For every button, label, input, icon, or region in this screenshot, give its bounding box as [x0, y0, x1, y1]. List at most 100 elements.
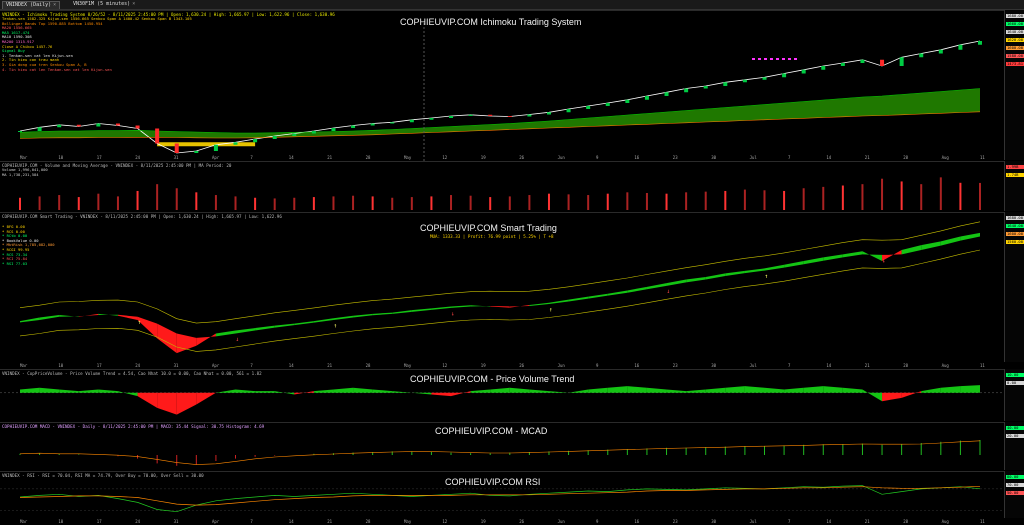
volume-bar[interactable]	[175, 188, 178, 210]
volume-bar[interactable]	[704, 191, 707, 210]
candle[interactable]	[880, 59, 885, 66]
volume-bar[interactable]	[939, 177, 942, 210]
close-icon[interactable]: ×	[132, 1, 135, 7]
candle[interactable]	[96, 123, 101, 127]
pvt-panel[interactable]: VNINDEX - CopPriceVolume - Price Volume …	[0, 369, 1004, 422]
macd-panel[interactable]: COPHIEUVIP.COM MACD - VNINDEX - Daily - …	[0, 422, 1004, 471]
candle[interactable]	[586, 106, 591, 109]
candle[interactable]	[723, 82, 728, 86]
candle[interactable]	[311, 131, 316, 134]
candle[interactable]	[782, 73, 787, 78]
volume-bar[interactable]	[430, 196, 433, 210]
candle[interactable]	[253, 139, 258, 143]
candle[interactable]	[821, 66, 826, 70]
volume-bar[interactable]	[77, 197, 80, 210]
candle[interactable]	[978, 41, 982, 45]
volume-panel[interactable]: COPHIEUVIP.COM - Volume and Moving Avera…	[0, 161, 1004, 212]
candle[interactable]	[76, 124, 81, 127]
volume-bar[interactable]	[724, 190, 727, 210]
volume-bar[interactable]	[567, 194, 570, 210]
volume-bar[interactable]	[508, 196, 511, 210]
volume-bar[interactable]	[273, 198, 276, 210]
volume-bar[interactable]	[391, 197, 394, 210]
volume-bar[interactable]	[195, 192, 198, 210]
candle[interactable]	[409, 119, 414, 123]
volume-bar[interactable]	[332, 196, 335, 210]
volume-bar[interactable]	[822, 186, 825, 210]
volume-bar[interactable]	[254, 197, 257, 210]
volume-bar[interactable]	[450, 195, 453, 210]
candle[interactable]	[527, 114, 532, 117]
volume-bar[interactable]	[783, 190, 786, 210]
volume-bar[interactable]	[841, 185, 844, 210]
pvt-axis[interactable]: 10.00 0.00	[1004, 369, 1024, 421]
volume-bar[interactable]	[900, 181, 903, 210]
volume-bar[interactable]	[312, 197, 315, 210]
candle[interactable]	[958, 44, 963, 50]
volume-bar[interactable]	[293, 197, 296, 210]
volume-bar[interactable]	[979, 182, 981, 210]
candle[interactable]	[546, 112, 551, 115]
volume-bar[interactable]	[743, 189, 746, 210]
volume-bar[interactable]	[547, 193, 550, 210]
volume-bar[interactable]	[371, 196, 374, 210]
ichimoku-price-axis[interactable]: 1680.00 1660.00 1640.00 1620.00 1600.00 1580.…	[1004, 10, 1024, 160]
volume-bar[interactable]	[881, 178, 884, 210]
ichimoku-panel[interactable]: VNINDEX - Ichimoku Trading System 8/26/5…	[0, 10, 1004, 161]
candle[interactable]	[331, 128, 336, 131]
candle[interactable]	[566, 109, 571, 113]
macd-axis[interactable]: 40.00 20.00	[1004, 422, 1024, 470]
volume-bar[interactable]	[645, 193, 648, 210]
volume-bar[interactable]	[136, 190, 139, 210]
volume-bar[interactable]	[234, 196, 237, 210]
candle[interactable]	[174, 143, 179, 154]
volume-chart[interactable]	[0, 162, 1004, 212]
volume-bar[interactable]	[861, 184, 864, 210]
candle[interactable]	[390, 122, 395, 124]
candle[interactable]	[644, 96, 649, 100]
ichimoku-chart[interactable]	[0, 11, 1004, 161]
candle[interactable]	[801, 69, 806, 74]
candle[interactable]	[507, 116, 512, 117]
volume-bar[interactable]	[469, 195, 472, 210]
rsi-panel[interactable]: VNINDEX - RSI - RSI = 70.04, RSI MA = 74…	[0, 471, 1004, 519]
candle[interactable]	[860, 59, 865, 63]
candle[interactable]	[135, 125, 140, 129]
volume-bar[interactable]	[489, 197, 492, 210]
candle[interactable]	[370, 123, 375, 126]
candle[interactable]	[938, 49, 943, 54]
volume-bar[interactable]	[802, 188, 805, 210]
volume-bar[interactable]	[156, 184, 159, 210]
volume-bar[interactable]	[19, 197, 21, 210]
volume-bar[interactable]	[214, 195, 217, 210]
volume-bar[interactable]	[352, 195, 355, 210]
volume-bar[interactable]	[410, 197, 413, 210]
volume-bar[interactable]	[116, 196, 119, 210]
candle[interactable]	[115, 123, 120, 126]
tab-vnindex-daily[interactable]: VNINDEX (Daily) ×	[2, 1, 61, 9]
candle[interactable]	[37, 127, 42, 131]
candle[interactable]	[605, 103, 610, 106]
candle[interactable]	[762, 77, 767, 80]
candle[interactable]	[742, 79, 747, 83]
candle[interactable]	[213, 144, 218, 151]
volume-bar[interactable]	[97, 193, 100, 210]
candle[interactable]	[488, 114, 493, 116]
candle[interactable]	[899, 57, 904, 66]
volume-bar[interactable]	[606, 193, 609, 210]
volume-bar[interactable]	[626, 192, 629, 210]
candle[interactable]	[625, 99, 630, 103]
smart-trading-panel[interactable]: ↑ ↓ ↑ ↓ ↑ ↓ ↑ ↓ COPHIEUVIP.COM Smart Trading - …	[0, 212, 1004, 363]
candle[interactable]	[292, 133, 297, 137]
candle[interactable]	[233, 142, 238, 145]
candle[interactable]	[703, 86, 708, 89]
volume-bar[interactable]	[665, 193, 668, 210]
candle[interactable]	[684, 88, 689, 93]
candle[interactable]	[664, 92, 669, 96]
volume-bar[interactable]	[528, 195, 531, 210]
candle[interactable]	[429, 118, 434, 120]
volume-bar[interactable]	[685, 192, 688, 210]
volume-bar[interactable]	[763, 190, 766, 210]
candle[interactable]	[194, 151, 199, 153]
smart-trading-axis[interactable]: 1680.00 1640.00 1600.00 1560.00	[1004, 212, 1024, 362]
